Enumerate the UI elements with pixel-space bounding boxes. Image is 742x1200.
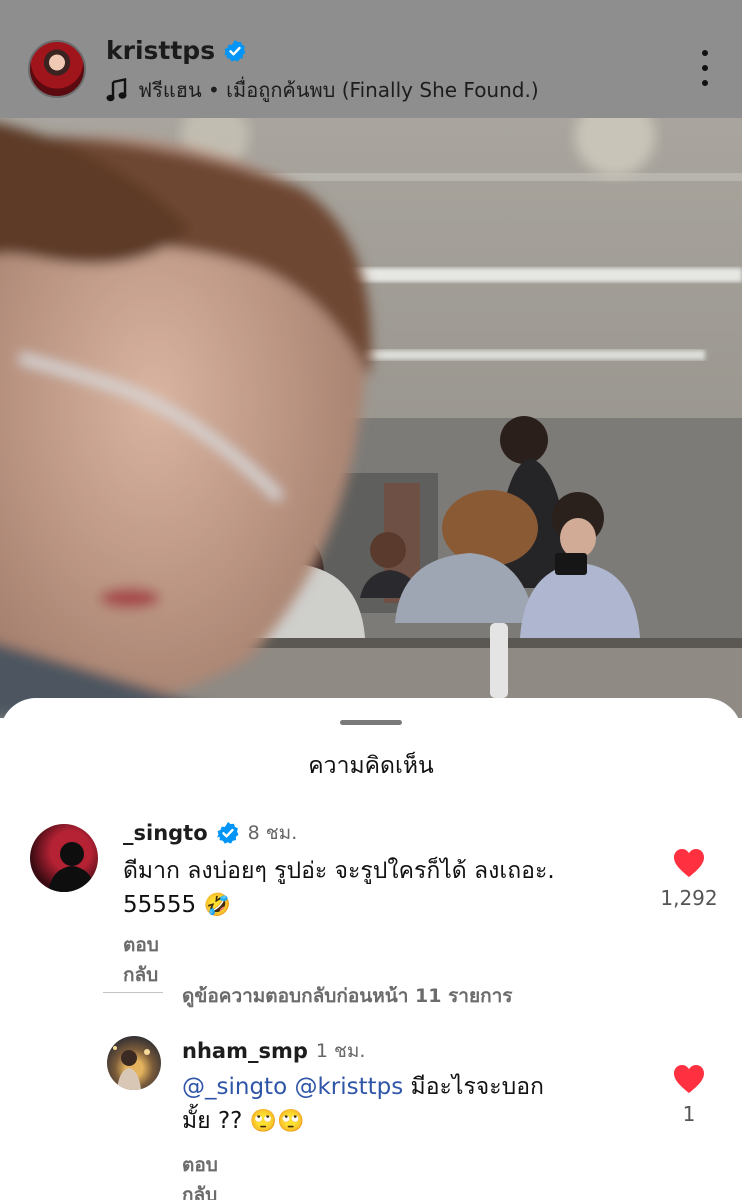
mention-singto[interactable]: @_singto [182,1074,287,1100]
verified-badge-icon [224,39,246,62]
post-header: kristtps ฟรีแฮน • เมื่อถูกค้นพบ (Finally… [0,0,742,118]
avatar-photo [113,1046,150,1090]
comment-username[interactable]: _singto [123,821,208,845]
music-note-icon [106,78,127,102]
music-row[interactable]: ฟรีแฮน • เมื่อถูกค้นพบ (Finally She Foun… [106,74,539,106]
reply-commenter-avatar[interactable] [107,1036,161,1090]
music-title: ฟรีแฮน • เมื่อถูกค้นพบ (Finally She Foun… [138,78,539,102]
reply-like-button[interactable]: 1 [659,1064,719,1126]
post-username-row[interactable]: kristtps [106,36,247,65]
comments-sheet: ความคิดเห็น _singto 8 ชม. ดีมาก ลงบ่อยๆ … [0,698,742,1200]
heart-filled-icon [674,1065,704,1093]
comment-text-line1: ดีมาก ลงบ่อยๆ รูปอ่ะ จะรูปใครก็ได้ ลงเถอ… [123,858,555,884]
sheet-drag-handle[interactable] [340,720,402,725]
reply-button[interactable]: ตอบกลับ [123,930,159,990]
eye-roll-emoji: 🙄🙄 [249,1109,305,1134]
like-count: 1,292 [660,886,718,910]
heart-filled-icon [674,849,704,877]
reply-text: @_singto @kristtps มีอะไรจะบอก มั้ย ?? 🙄… [182,1070,642,1139]
post-username[interactable]: kristtps [106,36,215,65]
post-author-avatar[interactable] [28,40,86,98]
more-vertical-icon [702,50,708,56]
reply-username[interactable]: nham_smp [182,1039,308,1063]
view-previous-replies-link[interactable]: ดูข้อความตอบกลับก่อนหน้า 11 รายการ [182,981,512,1011]
mention-kristtps[interactable]: @kristtps [294,1074,403,1100]
reply-username-row: nham_smp 1 ชม. [182,1036,365,1066]
comment-text: ดีมาก ลงบ่อยๆ รูปอ่ะ จะรูปใครก็ได้ ลงเถอ… [123,854,633,923]
rofl-emoji: 🤣 [203,893,231,918]
commenter-avatar[interactable] [30,824,98,892]
replies-divider [103,992,163,993]
reply-to-reply-button[interactable]: ตอบกลับ [182,1150,218,1200]
reply-like-count: 1 [682,1102,696,1126]
comment-time: 8 ชม. [247,822,298,844]
reply-text-body: มีอะไรจะบอก [410,1074,544,1100]
comment-text-line2: 55555 🤣 [123,892,231,918]
reply-time: 1 ชม. [315,1040,366,1062]
avatar-silhouette [48,842,96,892]
verified-badge-icon [216,822,239,844]
comments-title: ความคิดเห็น [308,753,434,779]
reply-text-line1: @_singto @kristtps มีอะไรจะบอก [182,1070,642,1104]
more-options-button[interactable] [698,50,712,86]
comment-username-row: _singto 8 ชม. [123,818,297,848]
like-button[interactable]: 1,292 [659,848,719,910]
post-photo-image [0,118,742,718]
reply-text-line2: มั้ย ?? 🙄🙄 [182,1108,305,1134]
post-photo[interactable] [0,118,742,718]
